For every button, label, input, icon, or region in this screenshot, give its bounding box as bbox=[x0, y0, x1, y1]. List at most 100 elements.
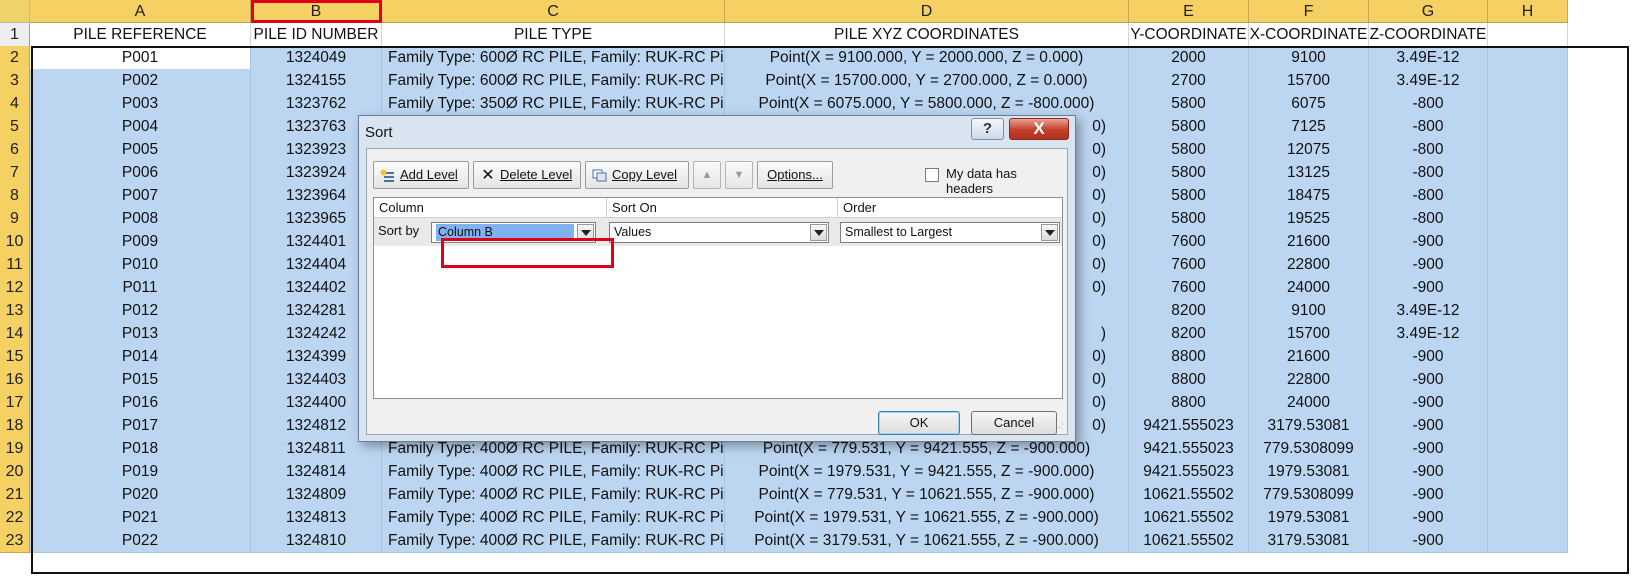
table-cell[interactable]: Family Type: 600Ø RC PILE, Family: RUK-R… bbox=[382, 46, 725, 70]
table-cell[interactable] bbox=[1488, 299, 1568, 323]
table-cell[interactable]: 9100 bbox=[1249, 299, 1369, 323]
row-header[interactable]: 17 bbox=[0, 391, 30, 415]
table-cell[interactable] bbox=[1488, 322, 1568, 346]
table-cell[interactable]: P019 bbox=[30, 460, 251, 484]
column-header-c[interactable]: C bbox=[382, 0, 725, 23]
table-cell[interactable] bbox=[1488, 92, 1568, 116]
table-cell[interactable]: P009 bbox=[30, 230, 251, 254]
ok-button[interactable]: OK bbox=[878, 411, 960, 435]
table-cell[interactable]: 3.49E-12 bbox=[1369, 322, 1488, 346]
row-header[interactable]: 1 bbox=[0, 23, 30, 47]
table-cell[interactable]: 9421.555023 bbox=[1129, 460, 1249, 484]
table-cell[interactable] bbox=[1488, 483, 1568, 507]
chevron-down-icon[interactable] bbox=[577, 224, 594, 241]
table-cell[interactable]: 9100 bbox=[1249, 46, 1369, 70]
table-cell[interactable]: 22800 bbox=[1249, 368, 1369, 392]
row-header[interactable]: 16 bbox=[0, 368, 30, 392]
table-cell[interactable]: 8800 bbox=[1129, 368, 1249, 392]
table-cell[interactable] bbox=[1488, 506, 1568, 530]
sort-level-row[interactable]: Sort by Column B Values Smallest to Larg… bbox=[374, 218, 1062, 268]
options-button[interactable]: Options... bbox=[757, 161, 833, 189]
table-cell[interactable]: -900 bbox=[1369, 345, 1488, 369]
delete-level-button[interactable]: ✕ Delete Level bbox=[473, 161, 581, 189]
table-cell[interactable]: 3.49E-12 bbox=[1369, 299, 1488, 323]
row-header[interactable]: 4 bbox=[0, 92, 30, 116]
table-cell[interactable]: P016 bbox=[30, 391, 251, 415]
table-cell[interactable]: 7600 bbox=[1129, 230, 1249, 254]
column-header-g[interactable]: G bbox=[1369, 0, 1488, 23]
table-cell[interactable]: 1324049 bbox=[251, 46, 382, 70]
table-cell[interactable] bbox=[1488, 69, 1568, 93]
cancel-button[interactable]: Cancel bbox=[971, 411, 1057, 435]
table-cell[interactable]: 1324810 bbox=[251, 529, 382, 553]
table-cell[interactable]: 1323762 bbox=[251, 92, 382, 116]
table-cell[interactable]: P010 bbox=[30, 253, 251, 277]
table-cell[interactable] bbox=[1488, 46, 1568, 70]
row-header[interactable]: 18 bbox=[0, 414, 30, 438]
column-header-b[interactable]: B bbox=[251, 0, 382, 23]
row-header[interactable]: 10 bbox=[0, 230, 30, 254]
table-cell[interactable] bbox=[1488, 184, 1568, 208]
table-cell[interactable]: 15700 bbox=[1249, 322, 1369, 346]
table-cell[interactable]: 8800 bbox=[1129, 345, 1249, 369]
table-cell[interactable]: 5800 bbox=[1129, 161, 1249, 185]
row-header[interactable]: 22 bbox=[0, 506, 30, 530]
table-cell[interactable]: P008 bbox=[30, 207, 251, 231]
table-cell[interactable] bbox=[1488, 529, 1568, 553]
table-cell[interactable]: 1979.53081 bbox=[1249, 506, 1369, 530]
table-cell[interactable]: 779.5308099 bbox=[1249, 437, 1369, 461]
table-cell[interactable]: Point(X = 15700.000, Y = 2700.000, Z = 0… bbox=[725, 69, 1129, 93]
row-header[interactable]: 20 bbox=[0, 460, 30, 484]
table-cell[interactable]: Point(X = 3179.531, Y = 10621.555, Z = -… bbox=[725, 529, 1129, 553]
column-header-a[interactable]: A bbox=[30, 0, 251, 23]
table-cell[interactable]: 22800 bbox=[1249, 253, 1369, 277]
table-cell[interactable]: 5800 bbox=[1129, 138, 1249, 162]
table-cell[interactable]: 24000 bbox=[1249, 391, 1369, 415]
column-title-cell[interactable] bbox=[1488, 23, 1568, 47]
table-cell[interactable]: P015 bbox=[30, 368, 251, 392]
table-cell[interactable]: -900 bbox=[1369, 437, 1488, 461]
table-cell[interactable]: P017 bbox=[30, 414, 251, 438]
table-cell[interactable]: 779.5308099 bbox=[1249, 483, 1369, 507]
table-cell[interactable]: 6075 bbox=[1249, 92, 1369, 116]
table-cell[interactable]: 3.49E-12 bbox=[1369, 69, 1488, 93]
close-button[interactable]: X bbox=[1009, 118, 1069, 140]
table-cell[interactable]: P005 bbox=[30, 138, 251, 162]
table-cell[interactable]: P018 bbox=[30, 437, 251, 461]
row-header[interactable]: 2 bbox=[0, 46, 30, 70]
row-header[interactable]: 12 bbox=[0, 276, 30, 300]
table-cell[interactable]: 15700 bbox=[1249, 69, 1369, 93]
table-cell[interactable]: 3179.53081 bbox=[1249, 529, 1369, 553]
table-cell[interactable]: 5800 bbox=[1129, 207, 1249, 231]
table-cell[interactable]: Family Type: 600Ø RC PILE, Family: RUK-R… bbox=[382, 69, 725, 93]
table-cell[interactable]: 8200 bbox=[1129, 299, 1249, 323]
table-cell[interactable]: -900 bbox=[1369, 276, 1488, 300]
row-header[interactable]: 15 bbox=[0, 345, 30, 369]
table-cell[interactable]: 8200 bbox=[1129, 322, 1249, 346]
column-select[interactable]: Column B bbox=[431, 222, 596, 243]
table-cell[interactable]: 9421.555023 bbox=[1129, 414, 1249, 438]
table-cell[interactable] bbox=[1488, 391, 1568, 415]
table-cell[interactable]: P014 bbox=[30, 345, 251, 369]
table-cell[interactable]: Point(X = 6075.000, Y = 5800.000, Z = -8… bbox=[725, 92, 1129, 116]
table-cell[interactable]: -900 bbox=[1369, 230, 1488, 254]
select-all-corner[interactable] bbox=[0, 0, 30, 23]
row-header[interactable]: 13 bbox=[0, 299, 30, 323]
table-cell[interactable]: -900 bbox=[1369, 506, 1488, 530]
add-level-button[interactable]: Add Level bbox=[373, 161, 469, 189]
table-cell[interactable]: Family Type: 400Ø RC PILE, Family: RUK-R… bbox=[382, 529, 725, 553]
row-header[interactable]: 5 bbox=[0, 115, 30, 139]
table-cell[interactable]: -800 bbox=[1369, 92, 1488, 116]
table-cell[interactable] bbox=[1488, 414, 1568, 438]
row-header[interactable]: 23 bbox=[0, 529, 30, 553]
table-cell[interactable]: 21600 bbox=[1249, 345, 1369, 369]
row-header[interactable]: 8 bbox=[0, 184, 30, 208]
table-cell[interactable]: P011 bbox=[30, 276, 251, 300]
table-cell[interactable]: 7600 bbox=[1129, 276, 1249, 300]
table-cell[interactable]: 1979.53081 bbox=[1249, 460, 1369, 484]
column-title-cell[interactable]: PILE XYZ COORDINATES bbox=[725, 23, 1129, 47]
table-cell[interactable]: 10621.55502 bbox=[1129, 506, 1249, 530]
row-header[interactable]: 21 bbox=[0, 483, 30, 507]
column-title-cell[interactable]: PILE REFERENCE bbox=[30, 23, 251, 47]
row-header[interactable]: 7 bbox=[0, 161, 30, 185]
